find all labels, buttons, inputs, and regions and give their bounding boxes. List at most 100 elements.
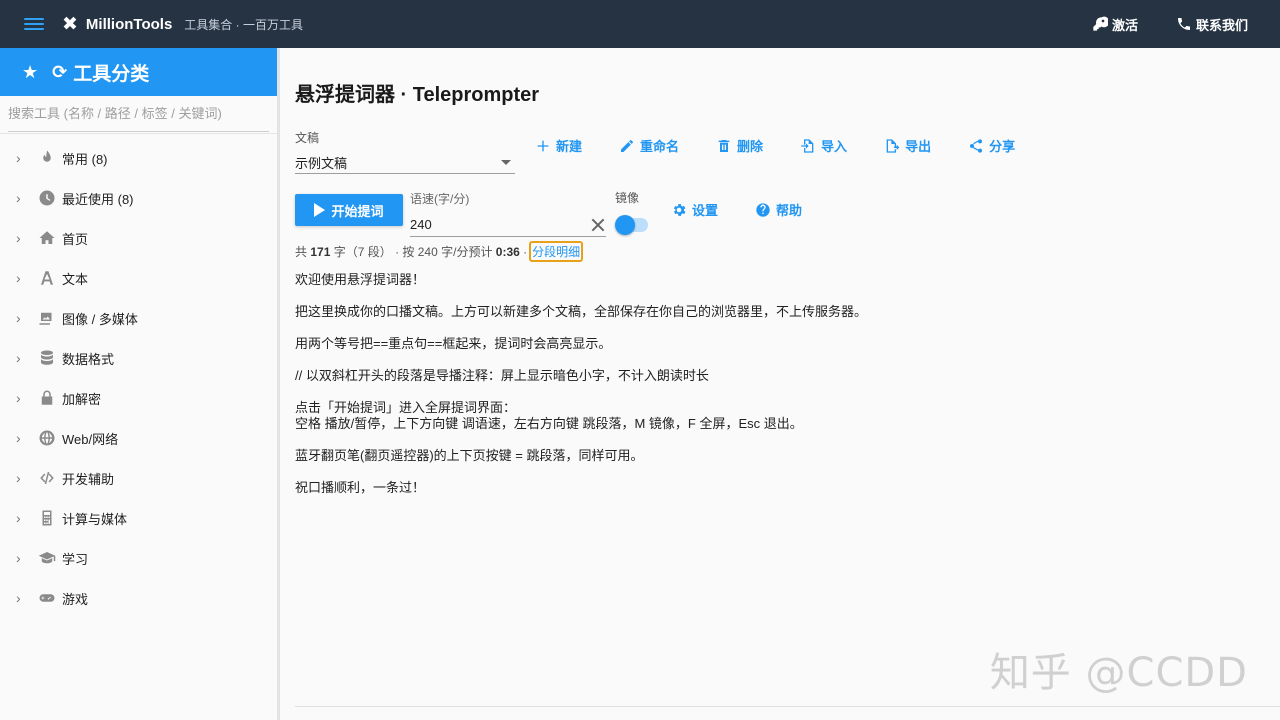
rename-label: 重命名 xyxy=(640,139,680,154)
top-right-links: 激活 联系我们 xyxy=(1054,15,1248,34)
tool-search-input[interactable] xyxy=(8,106,269,121)
stats-separator: · xyxy=(523,244,528,259)
word-count-stats: 共 171 字（7 段） · 按 240 字/分预计 0:36 · 分段明细 xyxy=(295,241,584,262)
settings-label: 设置 xyxy=(692,203,719,218)
fire-icon xyxy=(36,148,58,168)
page-title: 悬浮提词器 · Teleprompter xyxy=(295,84,540,106)
contact-label: 联系我们 xyxy=(1195,17,1248,33)
trash-icon xyxy=(718,139,730,152)
rate-text: · 按 240 字/分预计 xyxy=(395,245,493,259)
pencil-icon xyxy=(621,139,634,152)
file-export-icon xyxy=(886,138,900,153)
text-icon xyxy=(36,268,58,288)
category-dev-tools[interactable]: › 开发辅助 xyxy=(0,458,277,498)
rename-button[interactable]: 重命名 xyxy=(619,136,679,155)
category-web-network[interactable]: › Web/网络 xyxy=(0,418,277,458)
category-data-format[interactable]: › 数据格式 xyxy=(0,338,277,378)
new-document-button[interactable]: 新建 xyxy=(535,136,582,155)
category-crypto[interactable]: › 加解密 xyxy=(0,378,277,418)
code-icon xyxy=(36,468,58,488)
help-button[interactable]: 帮助 xyxy=(755,200,802,219)
editor-bottom-border xyxy=(295,706,1280,707)
prompter-actions: 设置 帮助 xyxy=(671,200,839,219)
star-icon[interactable]: ★ xyxy=(22,62,38,83)
gear-icon xyxy=(673,203,686,216)
chevron-right-icon: › xyxy=(16,270,21,286)
category-label: 文本 xyxy=(62,271,89,287)
sidebar: ★ ⟳ 工具分类 › 常用 (8) › 最近使用 (8) › 首页 › 文本 › xyxy=(0,48,280,720)
chevron-right-icon: › xyxy=(16,510,21,526)
script-editor[interactable]: 欢迎使用悬浮提词器！ 把这里换成你的口播文稿。上方可以新建多个文稿，全部保存在你… xyxy=(295,272,1255,512)
category-learning[interactable]: › 学习 xyxy=(0,538,277,578)
script-paragraph: 点击「开始提词」进入全屏提词界面： 空格 播放/暂停，上下方向键 调语速，左右方… xyxy=(295,400,803,431)
category-home[interactable]: › 首页 xyxy=(0,218,277,258)
database-icon xyxy=(36,348,58,368)
delete-label: 删除 xyxy=(737,139,764,154)
sidebar-header: ★ ⟳ 工具分类 xyxy=(0,48,277,96)
mirror-label: 镜像 xyxy=(615,191,640,205)
speed-input[interactable] xyxy=(410,217,580,232)
char-unit: 字（7 段） xyxy=(333,245,392,259)
category-calc-media[interactable]: › 计算与媒体 xyxy=(0,498,277,538)
document-select-value: 示例文稿 xyxy=(295,156,348,171)
tool-search xyxy=(8,96,269,132)
category-label: 首页 xyxy=(62,231,89,247)
category-label: 加解密 xyxy=(62,391,102,407)
category-label: 游戏 xyxy=(62,591,89,607)
watermark: 知乎 @CCDD xyxy=(989,650,1248,696)
toggle-knob xyxy=(615,215,635,235)
contact-link[interactable]: 联系我们 xyxy=(1176,15,1248,34)
document-select[interactable]: 示例文稿 xyxy=(295,152,515,174)
estimated-duration: 0:36 xyxy=(495,244,520,259)
category-label: 计算与媒体 xyxy=(62,511,128,527)
mirror-toggle[interactable] xyxy=(615,215,648,235)
document-actions: 新建 重命名 删除 导入 导出 分享 xyxy=(535,136,1052,155)
chevron-right-icon: › xyxy=(16,550,21,566)
export-button[interactable]: 导出 xyxy=(884,136,931,155)
menu-icon[interactable] xyxy=(24,15,44,33)
share-button[interactable]: 分享 xyxy=(968,136,1015,155)
category-image-media[interactable]: › 图像 / 多媒体 xyxy=(0,298,277,338)
share-label: 分享 xyxy=(989,139,1016,154)
help-icon xyxy=(756,202,770,217)
caret-down-icon xyxy=(501,160,511,165)
delete-button[interactable]: 删除 xyxy=(716,136,763,155)
phone-icon xyxy=(1177,18,1190,30)
script-paragraph: 蓝牙翻页笔(翻页遥控器)的上下页按键 = 跳段落，同样可用。 xyxy=(295,448,644,463)
import-button[interactable]: 导入 xyxy=(800,136,847,155)
settings-button[interactable]: 设置 xyxy=(671,200,718,219)
category-recent[interactable]: › 最近使用 (8) xyxy=(0,178,277,218)
share-icon xyxy=(970,138,983,153)
brand-tagline: 工具集合 · 一百万工具 xyxy=(184,17,303,32)
category-label: 学习 xyxy=(62,551,89,567)
category-label: 图像 / 多媒体 xyxy=(62,311,138,327)
start-prompt-button[interactable]: 开始提词 xyxy=(295,194,403,226)
category-text[interactable]: › 文本 xyxy=(0,258,277,298)
plus-icon xyxy=(537,140,549,151)
logo-icon: ✖ xyxy=(62,13,78,35)
script-paragraph: 把这里换成你的口播文稿。上方可以新建多个文稿，全部保存在你自己的浏览器里，不上传… xyxy=(295,304,868,319)
chevron-right-icon: › xyxy=(16,590,21,606)
segment-detail-link[interactable]: 分段明细 xyxy=(529,241,584,262)
play-icon xyxy=(314,203,326,217)
file-import-icon xyxy=(801,138,814,153)
script-paragraph: 欢迎使用悬浮提词器！ xyxy=(295,272,426,287)
chevron-right-icon: › xyxy=(16,230,21,246)
category-list: › 常用 (8) › 最近使用 (8) › 首页 › 文本 › 图像 / 多媒体… xyxy=(0,138,277,618)
speed-label: 语速(字/分) xyxy=(410,192,470,206)
activate-link[interactable]: 激活 xyxy=(1092,15,1138,34)
calculator-icon xyxy=(36,508,58,528)
category-common[interactable]: › 常用 (8) xyxy=(0,138,277,178)
home-icon xyxy=(36,228,58,248)
category-games[interactable]: › 游戏 xyxy=(0,578,277,618)
brand-name: MillionTools xyxy=(85,15,173,33)
document-label: 文稿 xyxy=(295,131,320,145)
category-label: Web/网络 xyxy=(62,431,119,447)
chevron-right-icon: › xyxy=(16,430,21,446)
start-label: 开始提词 xyxy=(331,203,384,219)
key-icon xyxy=(1093,16,1108,31)
category-label: 最近使用 (8) xyxy=(62,191,134,207)
chevron-right-icon: › xyxy=(16,470,21,486)
clear-icon[interactable] xyxy=(590,217,606,233)
refresh-icon[interactable]: ⟳ xyxy=(52,62,67,83)
